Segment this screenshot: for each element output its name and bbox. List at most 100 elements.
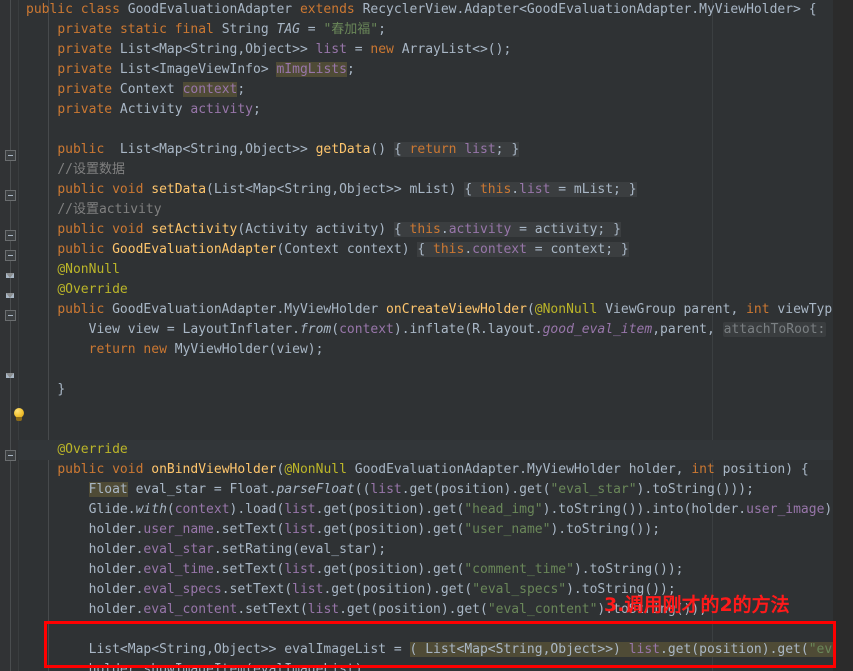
code-token: private (57, 82, 113, 97)
code-token: @Override (57, 442, 128, 457)
code-token: List<Map<String,Object>> (104, 142, 316, 157)
code-token: ).toString()).into(holder. (542, 502, 747, 517)
code-token: public (57, 142, 105, 157)
code-token: GoodEvaluationAdapter (112, 242, 277, 257)
code-line[interactable]: List<Map<String,Object>> evalImageList =… (18, 640, 853, 660)
code-token: ( (166, 502, 175, 517)
code-line[interactable]: private List<Map<String,Object>> list = … (18, 40, 833, 60)
code-line[interactable]: holder.eval_star.setRating(eval_star); (18, 540, 833, 560)
code-line[interactable]: //设置activity (18, 200, 833, 220)
code-token: list (628, 642, 660, 657)
code-editor[interactable]: public class GoodEvaluationAdapter exten… (0, 0, 853, 671)
fold-guide-line (10, 0, 11, 671)
code-token: context (182, 82, 238, 97)
code-line[interactable] (18, 360, 833, 380)
code-token: position) { (714, 462, 809, 477)
code-token: public (57, 182, 105, 197)
code-line[interactable]: private List<ImageViewInfo> mImgLists; (18, 60, 833, 80)
code-line[interactable] (18, 620, 833, 640)
code-token: list (284, 522, 316, 537)
code-line[interactable]: Glide.with(context).load(list.get(positi… (18, 500, 840, 520)
code-line[interactable]: return new MyViewHolder(view); (18, 340, 833, 360)
code-token: .get(position).get( (315, 502, 465, 517)
code-token: GoodEvaluationAdapter (119, 2, 300, 17)
code-line[interactable]: } (18, 380, 833, 400)
code-token: return (88, 342, 136, 357)
fold-marker[interactable] (5, 190, 16, 201)
code-token: "eval_star" (550, 482, 637, 497)
code-token: user_image (746, 502, 825, 517)
editor-scrollbar[interactable] (833, 0, 853, 671)
fold-marker[interactable] (5, 150, 16, 161)
code-line[interactable]: @NonNull (18, 260, 833, 280)
code-line[interactable]: private static final String TAG = "春加福"; (18, 20, 833, 40)
code-token: (Activity activity) (237, 222, 394, 237)
code-line[interactable]: holder.eval_time.setText(list.get(positi… (18, 560, 833, 580)
code-line[interactable]: holder.user_name.setText(list.get(positi… (18, 520, 833, 540)
code-line[interactable]: holder.showImageItem(evalImageList); (18, 660, 833, 671)
code-line[interactable]: public void onBindViewHolder(@NonNull Go… (18, 460, 833, 480)
code-token: private (57, 102, 113, 117)
code-line[interactable]: Float eval_star = Float.parseFloat((list… (18, 480, 833, 500)
code-token: setData (151, 182, 207, 197)
fold-marker-collapsed[interactable] (5, 290, 16, 301)
code-token: class (80, 2, 120, 17)
fold-marker-collapsed[interactable] (5, 270, 16, 281)
code-line[interactable] (18, 420, 833, 440)
code-line[interactable]: View view = LayoutInflater.from(context)… (18, 320, 853, 340)
code-token: public (26, 2, 73, 17)
code-token: GoodEvaluationAdapter.MyViewHolder (104, 302, 387, 317)
code-token: attachToRoot: (722, 322, 827, 337)
code-token: user_name (143, 522, 214, 537)
code-line[interactable]: @Override (18, 280, 833, 300)
code-line[interactable]: private Context context; (18, 80, 833, 100)
code-token: { (417, 242, 434, 257)
code-line[interactable] (18, 400, 833, 420)
code-token: "eval_content" (487, 602, 598, 617)
code-line[interactable]: public void setData(List<Map<String,Obje… (18, 180, 833, 200)
fold-marker[interactable] (5, 450, 16, 461)
code-token: holder.showImageItem(evalImageList); (88, 662, 371, 671)
code-token: list (284, 502, 316, 517)
code-token: View view = LayoutInflater. (88, 322, 300, 337)
code-token: void (112, 182, 144, 197)
code-token: (List<Map<String,Object>> mList) (206, 182, 465, 197)
code-token: = activity; (511, 222, 614, 237)
code-line[interactable]: public GoodEvaluationAdapter.MyViewHolde… (18, 300, 848, 320)
code-line[interactable]: public class GoodEvaluationAdapter exten… (18, 0, 833, 20)
code-line[interactable]: public List<Map<String,Object>> getData(… (18, 140, 833, 160)
code-token: good_eval_item (542, 322, 653, 337)
code-token: new (370, 42, 394, 57)
code-line[interactable] (18, 120, 833, 140)
code-line[interactable]: @Override (18, 440, 833, 460)
fold-marker[interactable] (5, 310, 16, 321)
code-token: () (370, 142, 394, 157)
code-token: holder. (88, 542, 144, 557)
code-token: eval_star (143, 542, 214, 557)
code-token: ; (237, 82, 246, 97)
code-token: this (409, 222, 441, 237)
code-line[interactable]: private Activity activity; (18, 100, 833, 120)
fold-marker[interactable] (5, 250, 16, 261)
code-token: = mList; (550, 182, 629, 197)
fold-marker[interactable] (5, 230, 16, 241)
code-token: } (511, 142, 520, 157)
code-line[interactable]: public void setActivity(Activity activit… (18, 220, 833, 240)
code-line[interactable]: //设置数据 (18, 160, 833, 180)
code-line[interactable]: public GoodEvaluationAdapter(Context con… (18, 240, 833, 260)
code-token: ViewGroup parent, (597, 302, 747, 317)
code-token: "春加福" (323, 22, 379, 37)
code-token: .get(position).get( (401, 482, 551, 497)
fold-marker-collapsed[interactable] (5, 370, 16, 381)
code-content[interactable]: public class GoodEvaluationAdapter exten… (18, 0, 853, 671)
